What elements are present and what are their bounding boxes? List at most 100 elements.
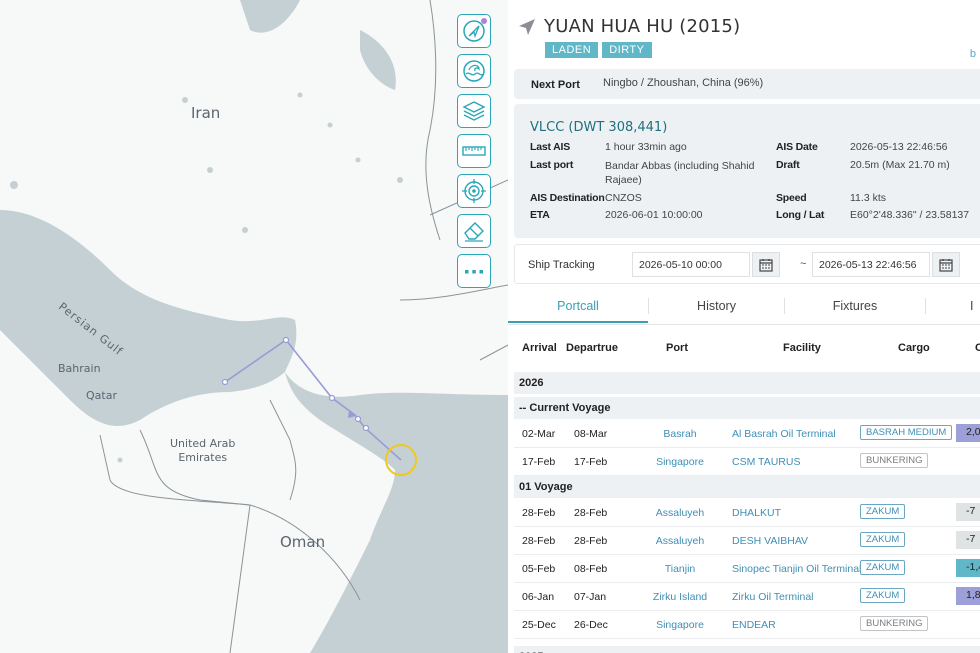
quantity-bar: -7 [956,531,980,549]
cargo-tag[interactable]: ZAKUM [860,560,906,575]
facility-link[interactable]: Al Basrah Oil Terminal [732,428,836,440]
tab-fixtures[interactable]: Fixtures [785,299,925,313]
portcall-row[interactable]: 05-Feb 08-Feb Tianjin Sinopec Tianjin Oil T… [514,555,980,583]
arrival-cell: 17-Feb [522,456,556,468]
port-link[interactable]: Singapore [656,456,704,468]
port-link[interactable]: Assaluyeh [656,507,704,519]
port-link[interactable]: Singapore [656,619,704,631]
portcall-row[interactable]: 17-Feb 17-Feb Singapore CSM TAURUS BUNKERING [514,448,980,476]
cargo-tag[interactable]: ZAKUM [860,532,906,547]
weather-tool-button[interactable] [457,54,491,88]
navigation-tool-button[interactable] [457,14,491,48]
field-label: AIS Date [776,141,818,153]
next-port-label: Next Port [531,79,580,91]
portcall-row[interactable]: 25-Dec 26-Dec Singapore ENDEAR BUNKERING [514,611,980,639]
ruler-icon [462,146,486,156]
map-label-qatar: Qatar [86,389,117,402]
field-ais-destination: AIS Destination [530,192,605,204]
column-header-arrival: Arrival [522,342,557,354]
tracking-from-date-input[interactable]: 2026-05-10 00:00 [632,252,750,277]
departure-cell: 28-Feb [574,507,608,519]
field-value: 1 hour 33min ago [605,141,687,153]
cargo-tag[interactable]: ZAKUM [860,588,906,603]
field-value: 2026-05-13 22:46:56 [850,141,948,153]
field-value: 11.3 kts [850,192,886,204]
arrival-cell: 25-Dec [522,619,556,631]
facility-link[interactable]: DHALKUT [732,507,781,519]
field-value: E60°2'48.336" / 23.58137 [850,209,970,221]
tab-more[interactable]: I [970,299,980,313]
section-label: 01 Voyage [519,481,573,493]
ruler-tool-button[interactable] [457,134,491,168]
facility-link[interactable]: ENDEAR [732,619,776,631]
eraser-tool-button[interactable] [457,214,491,248]
cargo-tag[interactable]: ZAKUM [860,504,906,519]
departure-cell: 07-Jan [574,591,607,603]
year-header-2025: 2025 [514,646,980,653]
port-link[interactable]: Tianjin [665,563,696,575]
facility-link[interactable]: CSM TAURUS [732,456,800,468]
departure-cell: 17-Feb [574,456,608,468]
calendar-icon [939,258,953,272]
arrival-cell: 05-Feb [522,563,556,575]
cargo-tag[interactable]: BUNKERING [860,616,929,631]
year-header-2026: 2026 [514,372,980,394]
field-label: Long / Lat [776,209,825,221]
section-label: -- Current Voyage [519,402,611,414]
port-link[interactable]: Basrah [663,428,696,440]
departure-cell: 26-Dec [574,619,608,631]
field-long-lat-value: E60°2'48.336" / 23.58137 [850,209,969,221]
field-last-port: Last port [530,159,573,171]
field-ais-date: AIS Date [776,141,818,153]
field-last-ais: Last AIS [530,141,570,153]
detail-tabs: Portcall History Fixtures I [508,296,980,325]
port-link[interactable]: Assaluyeh [656,535,704,547]
next-port-bar: Next Port Ningbo / Zhoushan, China (96%) [514,69,980,99]
departure-cell: 28-Feb [574,535,608,547]
port-link[interactable]: Zirku Island [653,591,707,603]
field-value: Bandar Abbas (including Shahid Rajaee) [605,160,755,186]
tracking-to-date-input[interactable]: 2026-05-13 22:46:56 [812,252,930,277]
map-toolbar [457,14,493,294]
field-value: 20.5m (Max 21.70 m) [850,159,950,171]
column-header-departure: Departrue [566,342,618,354]
layers-tool-button[interactable] [457,94,491,128]
field-long-lat: Long / Lat [776,209,824,221]
voyage-header-01: 01 Voyage [514,476,980,498]
departure-cell: 08-Feb [574,563,608,575]
field-eta: ETA [530,209,550,221]
more-tool-button[interactable] [457,254,491,288]
field-speed: Speed [776,192,807,204]
field-value: 2026-06-01 10:00:00 [605,209,703,221]
date-range-separator: ~ [800,258,807,270]
field-value: CNZOS [605,192,642,204]
map-label-iran: Iran [191,104,221,122]
facility-link[interactable]: DESH VAIBHAV [732,535,808,547]
portcall-row[interactable]: 02-Mar 08-Mar Basrah Al Basrah Oil Terminal… [514,420,980,448]
tab-portcall[interactable]: Portcall [508,299,648,313]
tab-history[interactable]: History [649,299,784,313]
column-header-port: Port [666,342,688,354]
vessel-status-badges: LADEN DIRTY [545,42,652,58]
cargo-tag[interactable]: BASRAH MEDIUM [860,425,953,440]
quantity-bar: -7 [956,503,980,521]
map-view[interactable]: Iran Persian Gulf Bahrain Qatar United A… [0,0,508,653]
quantity-bar: 1,8 [956,587,980,605]
field-last-port-value: Bandar Abbas (including Shahid Rajaee) [605,159,765,187]
from-calendar-button[interactable] [752,252,780,277]
facility-link[interactable]: Sinopec Tianjin Oil Terminal [732,563,861,575]
field-speed-value: 11.3 kts [850,192,886,204]
portcall-row[interactable]: 28-Feb 28-Feb Assaluyeh DESH VAIBHAV ZAKUM -7 [514,527,980,555]
cargo-tag[interactable]: BUNKERING [860,453,929,468]
column-header-c: C [975,342,980,354]
layers-icon [462,101,486,121]
portcall-row[interactable]: 28-Feb 28-Feb Assaluyeh DHALKUT ZAKUM -7 [514,499,980,527]
quantity-bar: -1,4 [956,559,980,577]
portcall-row[interactable]: 06-Jan 07-Jan Zirku Island Zirku Oil Termin… [514,583,980,611]
to-calendar-button[interactable] [932,252,960,277]
active-tab-underline [508,321,648,323]
facility-link[interactable]: Zirku Oil Terminal [732,591,814,603]
header-corner-link[interactable]: b [970,48,976,60]
vessel-name: YUAN HUA HU (2015) [544,16,741,37]
target-tool-button[interactable] [457,174,491,208]
